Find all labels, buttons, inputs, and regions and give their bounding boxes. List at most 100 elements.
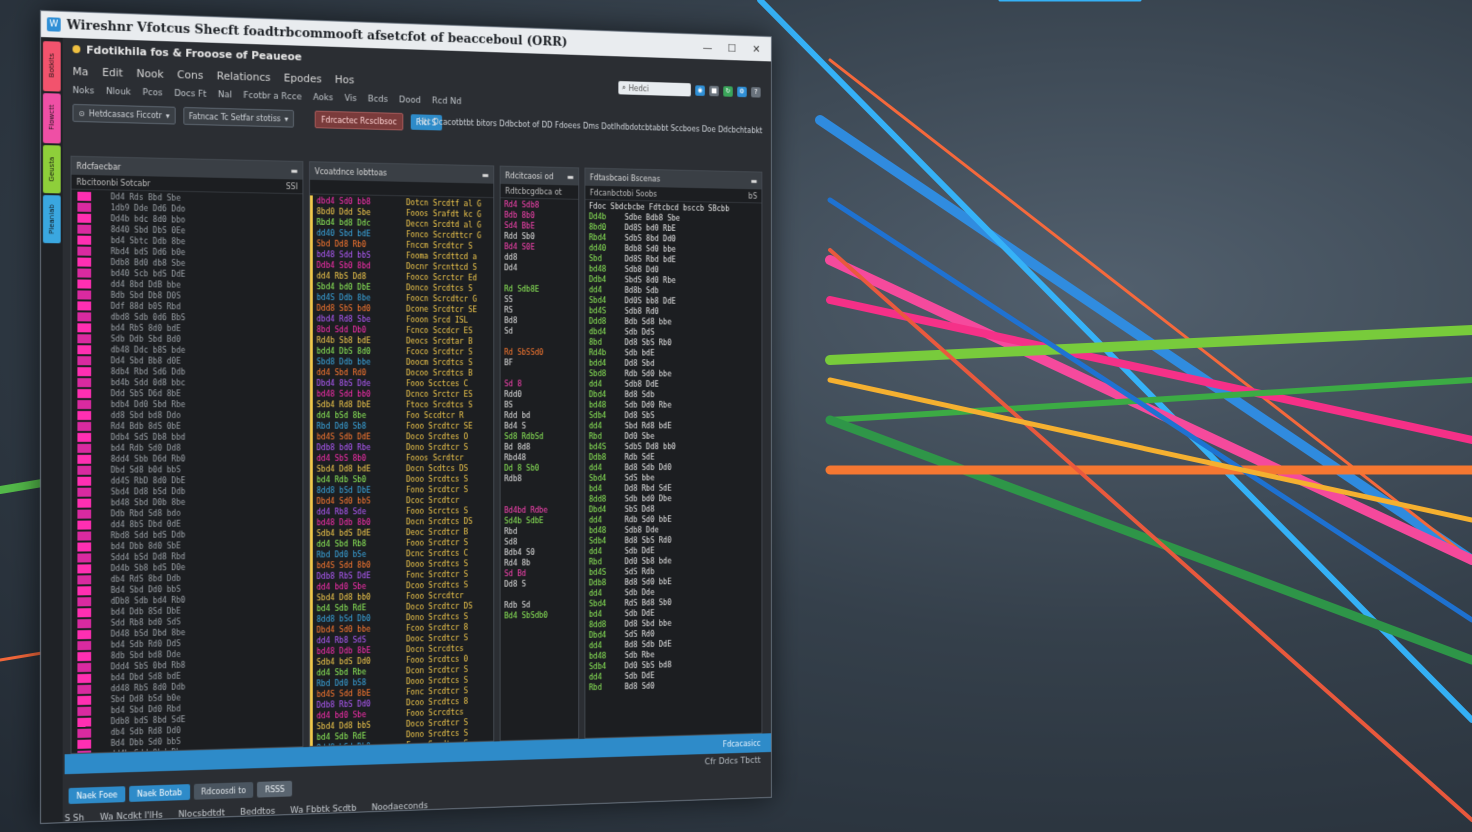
tree-item[interactable]: Bd4bd Rdbe — [501, 505, 579, 516]
toolbar-item[interactable]: Vis — [344, 94, 356, 104]
toolbar-item[interactable]: Nal — [218, 90, 232, 100]
tree-item[interactable]: Sd4b SdbE — [501, 515, 579, 526]
list-item[interactable]: bd4S Sdb DdE Doco Srcdtes O — [313, 431, 493, 442]
list-item[interactable]: Ddd SbS D6d 8bE — [72, 388, 303, 399]
toolbar-item[interactable]: Aoks — [313, 93, 333, 103]
list-item[interactable]: Dbd4 8bS Dde Fooo Scctces C — [313, 378, 493, 389]
tree-item[interactable]: Bd8 — [501, 315, 579, 326]
list-item[interactable]: Ddb8 Rdb SdE — [585, 452, 761, 463]
list-item[interactable]: dd4 SbS 8b0 Fooos Scrdtcr — [313, 453, 493, 464]
pane-menu-icon[interactable]: ▬ — [291, 166, 298, 175]
tree-item[interactable]: Sd — [501, 326, 579, 337]
restart-icon[interactable]: ↻ — [723, 85, 733, 97]
list-item[interactable]: bd48 Sdd bb0 Dcnco Srctcr ES — [313, 389, 493, 400]
pane-header: Rdcitcaosi od ▬ — [500, 166, 579, 186]
tree-item[interactable]: Rbd48 — [501, 452, 579, 463]
tree-item[interactable]: Bd4 S — [501, 421, 579, 432]
side-tab-3[interactable]: Geusta — [42, 145, 61, 194]
maximize-button[interactable]: ☐ — [722, 41, 741, 55]
menu-item-go[interactable]: Cons — [177, 68, 203, 82]
toolbar-item[interactable]: Bcds — [368, 95, 388, 105]
tree-item[interactable] — [501, 484, 579, 495]
menu-item-analyze[interactable]: Epodes — [284, 71, 322, 85]
bottom-tab-2[interactable]: Naek Botab — [129, 784, 190, 802]
tree-item[interactable]: Rd SbSSd0 — [501, 347, 579, 358]
tree-item[interactable]: Dd4 — [501, 263, 579, 275]
bottom-tab-3[interactable]: Rdcoosdi to — [193, 782, 254, 800]
menu-item-capture[interactable]: Relationcs — [217, 69, 271, 83]
help-icon[interactable]: ? — [751, 86, 761, 98]
tree-item[interactable]: Rdd bd — [501, 410, 579, 421]
tree-item[interactable] — [501, 494, 579, 505]
tree-item[interactable]: RS — [501, 305, 579, 316]
list-item[interactable]: bd48 Sdb Dd0 Rbe — [585, 400, 761, 411]
pane-menu-icon[interactable]: ▬ — [751, 177, 758, 186]
side-tab-4[interactable]: Pleaniab — [42, 195, 61, 244]
tree-item[interactable] — [501, 336, 579, 347]
side-tab-2[interactable]: Flowctt — [42, 93, 61, 144]
toolbar-item[interactable]: Noks — [73, 86, 95, 97]
list-item[interactable]: bd4b Sdd 0d8 bbc — [72, 377, 303, 389]
list-item[interactable]: dd4 Sbd Rd8 bdE — [585, 421, 761, 432]
options-icon[interactable]: ⚙ — [737, 86, 747, 97]
tree-item[interactable]: Sd 8 — [501, 379, 579, 390]
list-item[interactable]: 8dd8 bSd DbE Fono Srcdtcr S — [313, 484, 493, 496]
list-item[interactable]: bd4 Rdb Sd0 Dd8 — [72, 442, 303, 453]
list-item[interactable]: 8db4 Rbd Sd6 Ddb — [72, 366, 303, 378]
list-item[interactable]: Rd4 Bdb 8dS 0bE — [72, 421, 303, 432]
list-item[interactable]: Sbd8 Rdb Sd0 bbe — [585, 368, 761, 379]
display-filter-dropdown[interactable]: ⊙ Hetdcasacs Ficcotr ▾ — [72, 103, 176, 125]
menu-item-view[interactable]: Nook — [137, 67, 164, 81]
toolbar-item[interactable]: Dood — [399, 95, 421, 105]
toolbar-item[interactable]: Nlouk — [106, 87, 131, 98]
bottom-tab-1[interactable]: Naek Foee — [68, 786, 126, 805]
list-item[interactable]: Dbd4 Bd8 Sdb — [585, 389, 761, 400]
list-item[interactable]: bdd4 Dd8 Sbd — [585, 358, 761, 369]
bytes-pane: Fdtasbcaoi Bscenas ▬ Fdcanbctobi Soobs b… — [584, 167, 763, 739]
list-item[interactable]: Ddb8 bd0 Rbe Dono Srcdtcr S — [313, 442, 493, 453]
minimize-button[interactable]: — — [698, 41, 717, 54]
toolbar-item[interactable]: Docs Ft — [174, 89, 206, 100]
menu-item-file[interactable]: Ma — [73, 65, 89, 78]
capture-icon[interactable]: ◉ — [695, 84, 705, 96]
list-item[interactable]: dd4 bSd 8be Foo Sccdtcr R — [313, 410, 493, 421]
menu-item-edit[interactable]: Edit — [102, 65, 123, 79]
tree-item[interactable]: BS — [501, 400, 579, 411]
list-item[interactable]: Sdb4 Rd8 DbE Ftoco Srcdtcs S — [313, 399, 493, 410]
list-item[interactable]: bd4S SdbS Dd8 bb0 — [585, 441, 761, 452]
apply-filter-button[interactable]: Fdrcactec Rcsclbsoc — [314, 110, 404, 131]
list-item[interactable]: dd4 Sdb8 DdE — [585, 379, 761, 390]
side-tab-1[interactable]: Botkits — [42, 41, 61, 92]
close-button[interactable]: ✕ — [747, 42, 766, 55]
pane-menu-icon[interactable]: ▬ — [567, 172, 574, 181]
list-item[interactable]: Rbd Dd0 Sbe — [585, 431, 761, 442]
tree-item[interactable]: Dd 8 Sb0 — [501, 463, 579, 474]
tree-item[interactable]: Sd8 RdbSd — [501, 431, 579, 442]
tree-item[interactable]: SS — [501, 294, 579, 305]
bottom-tab-4[interactable]: RSSS — [257, 780, 293, 798]
list-item[interactable]: Sbd8 Ddb bbe Doocm Srcdtcs S — [313, 356, 493, 368]
tree-item[interactable]: Bd 8d8 — [501, 442, 579, 453]
list-item[interactable]: dd8 Sbd bd8 Ddo — [72, 410, 303, 421]
list-item[interactable]: Sdb4 Dd8 SbS — [585, 410, 761, 420]
search-input[interactable]: ⌕ Hedci — [618, 81, 691, 97]
list-item[interactable]: Ddb4 SdS Db8 bbd — [72, 432, 303, 443]
tree-item[interactable]: Rdb8 — [501, 473, 579, 484]
tree-item[interactable]: Bd4 SbSdb0 — [501, 609, 579, 621]
list-item[interactable]: dd4 Sbd Rd0 Docoo Srcdtcs B — [313, 367, 493, 378]
list-item[interactable]: bdb4 Dd0 Sbd Rbe — [72, 399, 303, 410]
tree-item[interactable]: BF — [501, 358, 579, 369]
pane-menu-icon[interactable]: ▬ — [482, 170, 489, 179]
toolbar-item[interactable]: Fcotbr a Rcce — [243, 91, 301, 102]
menu-item-help[interactable]: Hos — [335, 73, 354, 86]
bottom-link[interactable]: S Sh — [65, 813, 85, 824]
list-item[interactable]: Rbd Dd0 Sb8 Fooo Srcdtcr SE — [313, 421, 493, 432]
toolbar-item[interactable]: Pcos — [143, 88, 163, 98]
toolbar-item[interactable]: Rcd Nd — [432, 96, 462, 106]
cell-description: Fonco Scrcdttcr G — [406, 230, 482, 241]
interface-dropdown[interactable]: Fatncac Tc Setfar stotiss ▾ — [183, 106, 294, 128]
tree-item[interactable]: Rdd0 — [501, 389, 579, 400]
stop-icon[interactable]: ■ — [709, 85, 719, 96]
tree-item[interactable] — [501, 368, 579, 379]
cell-bytes: bd4 Rdb Sb0 — [316, 475, 367, 485]
